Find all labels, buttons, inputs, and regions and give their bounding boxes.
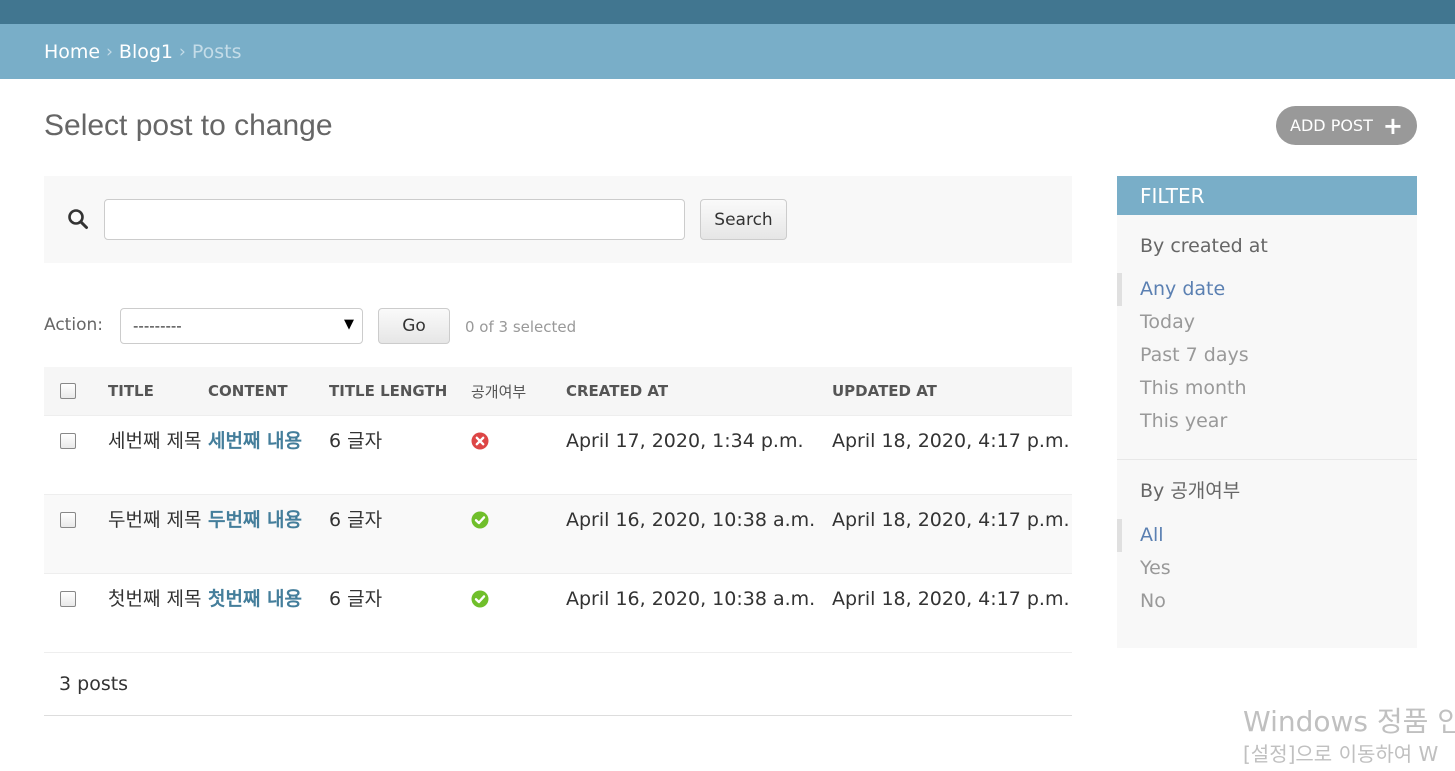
filter-heading: FILTER	[1117, 176, 1417, 215]
select-all-checkbox[interactable]	[60, 383, 76, 399]
column-header-content[interactable]: CONTENT	[208, 367, 329, 416]
action-label: Action:	[44, 315, 103, 335]
table-row: 첫번째 제목 첫번째 내용 6 글자 April 16, 2020, 10:38…	[44, 573, 1072, 653]
post-title-length: 6 글자	[329, 509, 383, 531]
filter-list-created-at: Any date Today Past 7 days This month Th…	[1117, 273, 1417, 438]
post-content-link[interactable]: 첫번째 내용	[208, 588, 302, 610]
status-yes-icon	[471, 511, 489, 529]
filter-option-this-month[interactable]: This month	[1117, 372, 1417, 405]
filter-option-this-year[interactable]: This year	[1117, 405, 1417, 438]
filter-option-yes[interactable]: Yes	[1117, 552, 1417, 585]
action-selected-option: ---------	[133, 317, 182, 335]
breadcrumb-current: Posts	[191, 40, 242, 63]
filter-list-is-public: All Yes No	[1117, 519, 1417, 618]
breadcrumb: Home › Blog1 › Posts	[0, 24, 1455, 79]
breadcrumb-separator: ›	[179, 41, 186, 62]
column-header-updated-at[interactable]: UPDATED AT	[832, 367, 1072, 416]
breadcrumb-separator: ›	[106, 41, 113, 62]
search-input[interactable]	[104, 199, 685, 240]
post-title-length: 6 글자	[329, 588, 383, 610]
post-title: 첫번째 제목	[108, 588, 202, 610]
filter-option-any-date[interactable]: Any date	[1117, 273, 1417, 306]
post-content-link[interactable]: 두번째 내용	[208, 509, 302, 531]
column-header-title[interactable]: TITLE	[108, 367, 208, 416]
table-row: 두번째 제목 두번째 내용 6 글자 April 16, 2020, 10:38…	[44, 494, 1072, 574]
windows-activation-hint: [설정]으로 이동하여 W	[1243, 742, 1439, 766]
selected-count: 0 of 3 selected	[465, 318, 577, 336]
table-header-row: TITLE CONTENT TITLE LENGTH 공개여부 CREATED …	[44, 367, 1072, 416]
row-checkbox[interactable]	[60, 512, 76, 528]
row-checkbox[interactable]	[60, 591, 76, 607]
action-select[interactable]: --------- ▼	[120, 308, 363, 344]
results-table: TITLE CONTENT TITLE LENGTH 공개여부 CREATED …	[44, 367, 1072, 653]
filter-group-title-created-at: By created at	[1140, 235, 1268, 257]
windows-activation-watermark: Windows 정품 인	[1243, 705, 1455, 738]
filter-group-title-is-public: By 공개여부	[1140, 480, 1241, 502]
filter-option-no[interactable]: No	[1117, 585, 1417, 618]
post-updated-at: April 18, 2020, 4:17 p.m.	[832, 588, 1070, 610]
status-yes-icon	[471, 590, 489, 608]
actions-bar: Action: --------- ▼ Go 0 of 3 selected	[44, 308, 1072, 344]
post-updated-at: April 18, 2020, 4:17 p.m.	[832, 509, 1070, 531]
select-all-cell	[44, 367, 108, 416]
filter-option-past-7-days[interactable]: Past 7 days	[1117, 339, 1417, 372]
page-title: Select post to change	[44, 109, 333, 142]
go-button[interactable]: Go	[378, 308, 450, 344]
table-row: 세번째 제목 세번째 내용 6 글자 April 17, 2020, 1:34 …	[44, 415, 1072, 495]
dropdown-arrow-icon: ▼	[344, 317, 354, 332]
column-header-title-length[interactable]: TITLE LENGTH	[329, 367, 471, 416]
top-header-bar	[0, 0, 1455, 24]
breadcrumb-home[interactable]: Home	[44, 41, 100, 63]
plus-icon: +	[1382, 111, 1403, 140]
add-post-label: ADD POST	[1290, 116, 1373, 135]
search-icon	[68, 209, 88, 229]
post-created-at: April 16, 2020, 10:38 a.m.	[566, 509, 816, 531]
add-post-button[interactable]: ADD POST +	[1276, 106, 1417, 145]
post-updated-at: April 18, 2020, 4:17 p.m.	[832, 430, 1070, 452]
column-header-created-at[interactable]: CREATED AT	[566, 367, 832, 416]
post-created-at: April 17, 2020, 1:34 p.m.	[566, 430, 804, 452]
breadcrumb-app[interactable]: Blog1	[119, 41, 173, 63]
post-created-at: April 16, 2020, 10:38 a.m.	[566, 588, 816, 610]
post-title: 세번째 제목	[108, 430, 202, 452]
search-button[interactable]: Search	[700, 199, 787, 240]
results-table-wrapper: TITLE CONTENT TITLE LENGTH 공개여부 CREATED …	[44, 367, 1072, 653]
filter-sidebar: FILTER By created at Any date Today Past…	[1117, 176, 1417, 648]
paginator: 3 posts	[44, 653, 1072, 716]
filter-option-today[interactable]: Today	[1117, 306, 1417, 339]
filter-option-all[interactable]: All	[1117, 519, 1417, 552]
row-checkbox[interactable]	[60, 433, 76, 449]
post-title: 두번째 제목	[108, 509, 202, 531]
result-count: 3 posts	[59, 673, 129, 695]
post-content-link[interactable]: 세번째 내용	[208, 430, 302, 452]
search-toolbar: Search	[44, 176, 1072, 263]
status-no-icon	[471, 432, 489, 450]
column-header-is-public[interactable]: 공개여부	[471, 367, 566, 416]
post-title-length: 6 글자	[329, 430, 383, 452]
